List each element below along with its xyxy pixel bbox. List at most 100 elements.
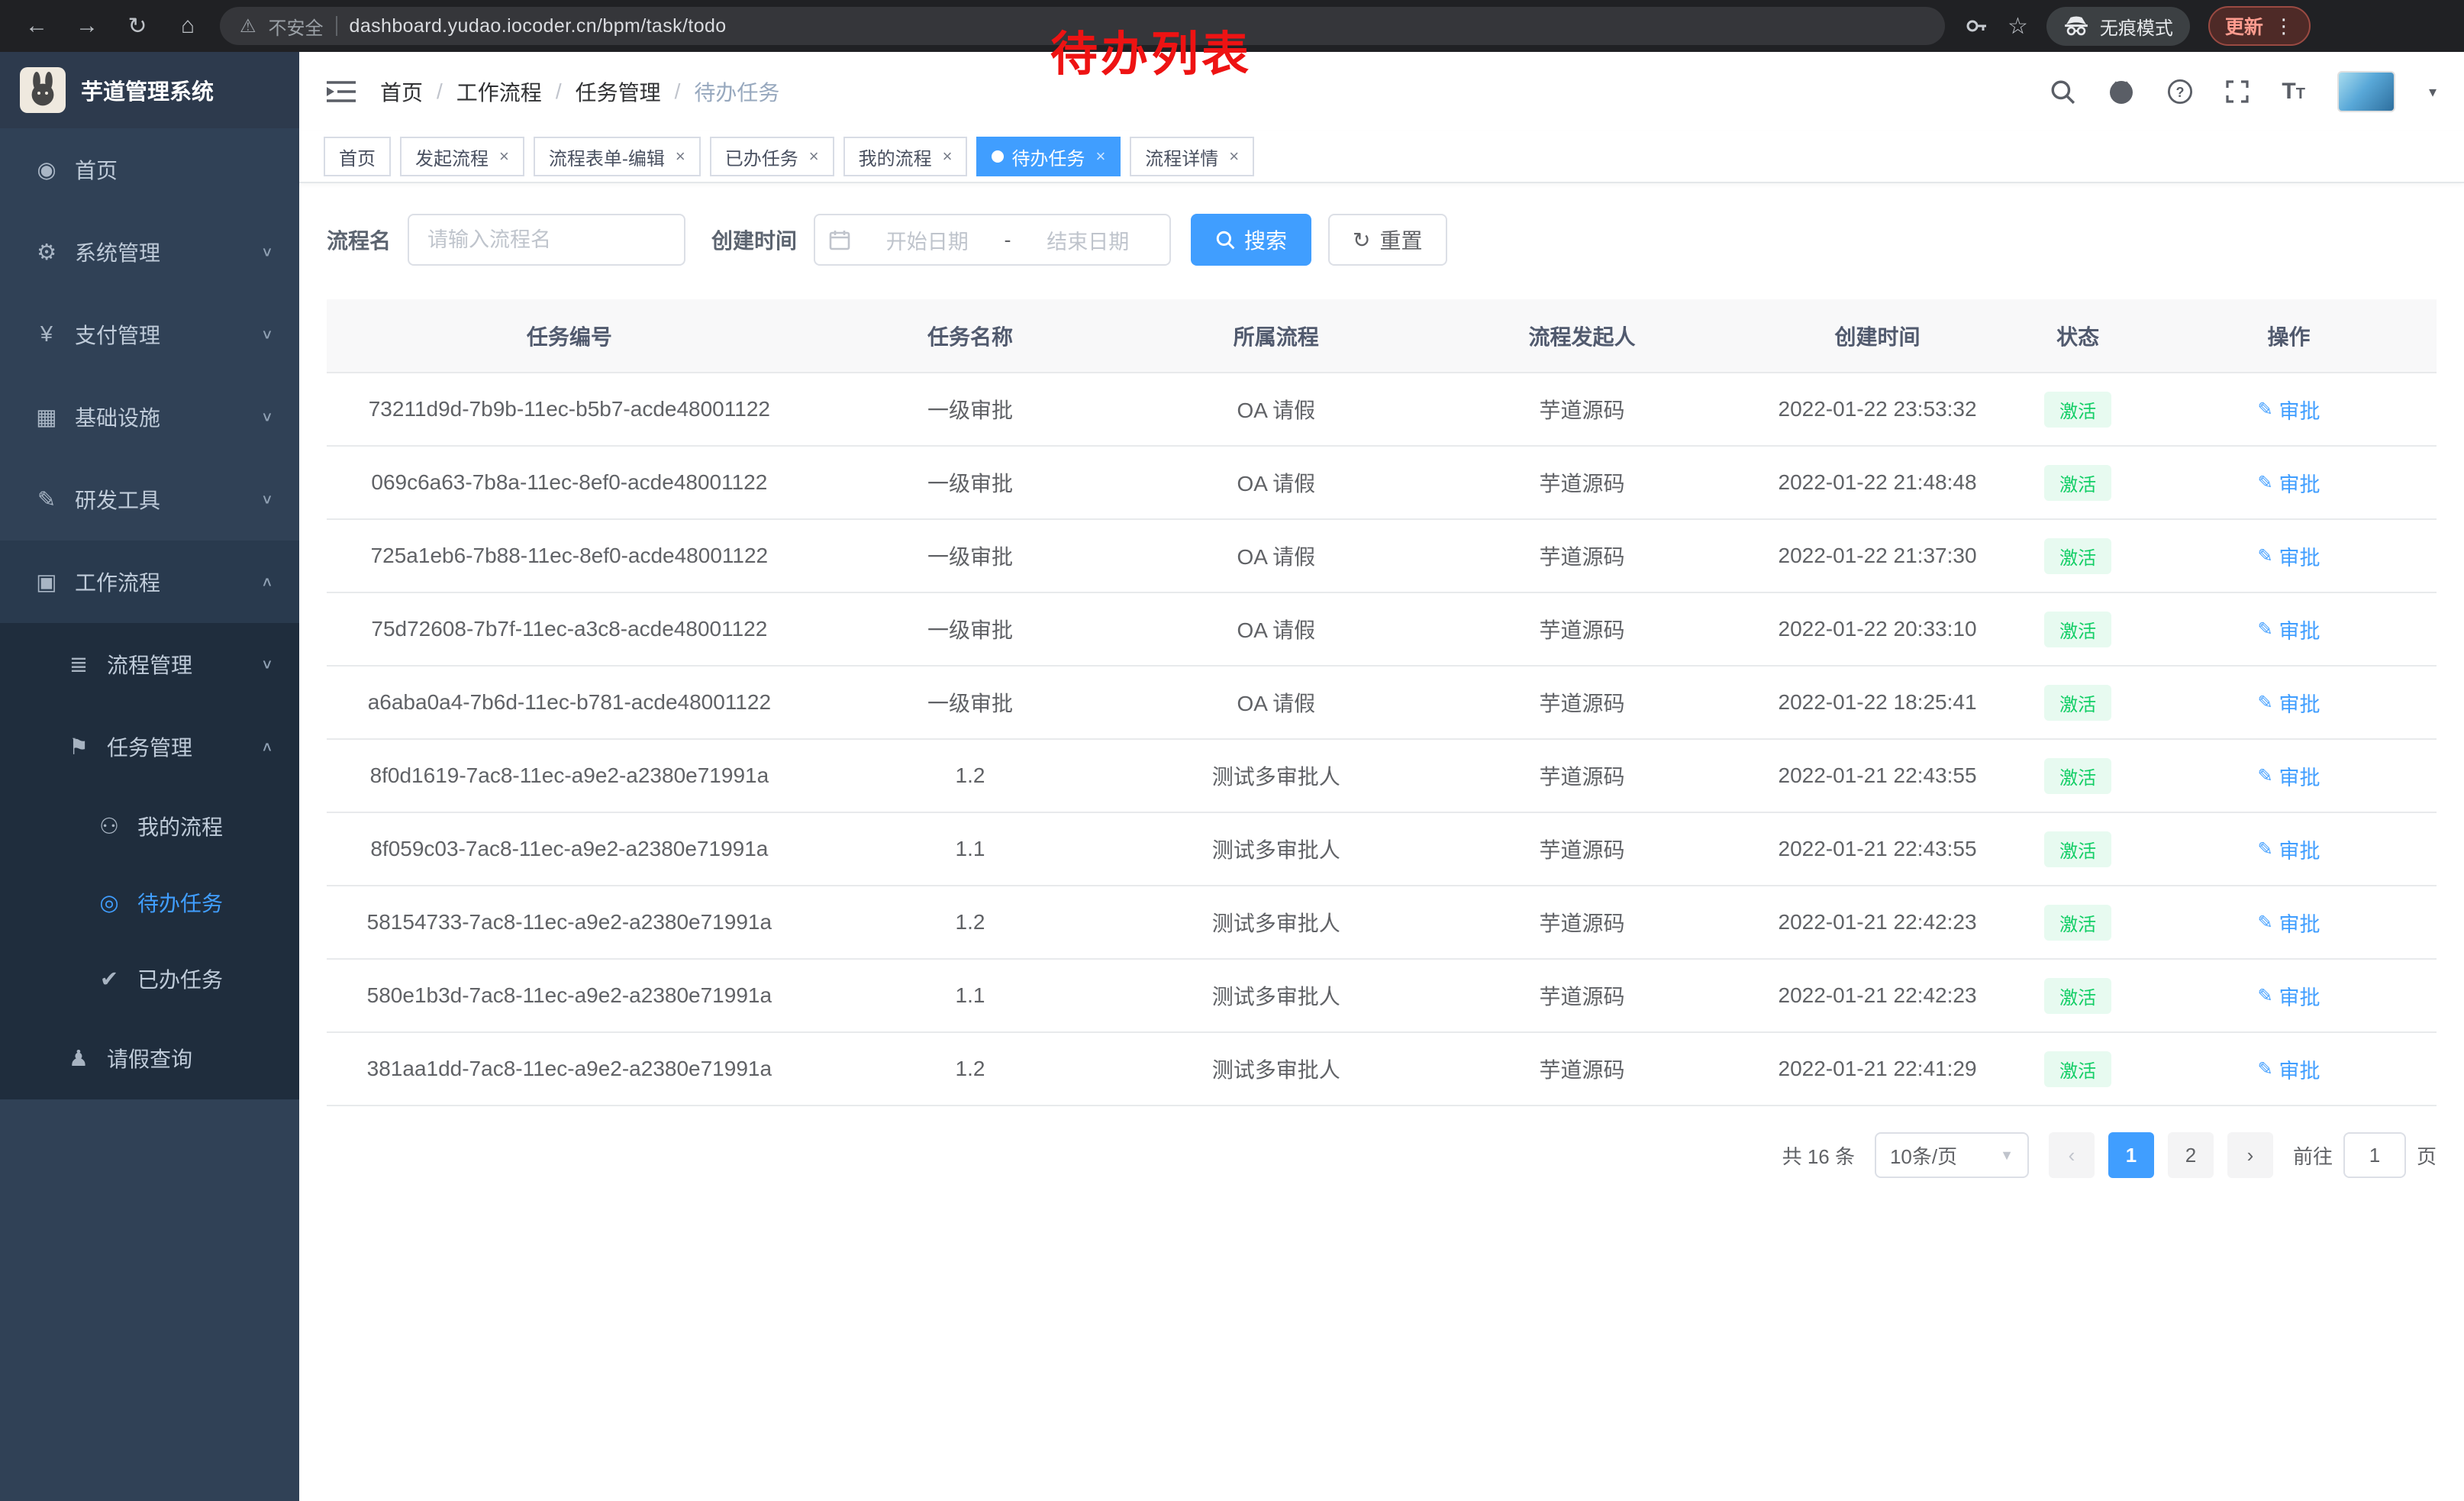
approve-link[interactable]: ✎ 审批	[2257, 981, 2320, 1011]
process-name-input[interactable]	[408, 214, 685, 266]
approve-link[interactable]: ✎ 审批	[2257, 908, 2320, 938]
approve-link[interactable]: ✎ 审批	[2257, 468, 2320, 498]
cell-task-id: 75d72608-7b7f-11ec-a3c8-acde48001122	[327, 592, 812, 666]
key-icon[interactable]	[1965, 14, 1989, 38]
goto-page-input[interactable]	[2343, 1132, 2406, 1178]
cell-create-time: 2022-01-22 18:25:41	[1740, 666, 2014, 739]
next-page-button[interactable]: ›	[2227, 1132, 2273, 1178]
search-icon[interactable]	[2050, 79, 2075, 105]
total-count: 共 16 条	[1782, 1141, 1855, 1170]
goto-page: 前往 页	[2293, 1132, 2437, 1178]
cell-create-time: 2022-01-22 21:37:30	[1740, 519, 2014, 592]
search-button[interactable]: 搜索	[1191, 214, 1311, 266]
reset-button[interactable]: ↻ 重置	[1328, 214, 1446, 266]
breadcrumb-item[interactable]: 工作流程 /	[456, 76, 576, 107]
reload-icon[interactable]: ↻	[119, 8, 156, 44]
sidebar-item-todo-tasks[interactable]: ◎ 待办任务	[0, 864, 299, 941]
cell-task-name: 1.1	[812, 959, 1129, 1032]
sidebar-item-home[interactable]: ◉ 首页	[0, 128, 299, 211]
breadcrumb-separator: /	[437, 79, 443, 104]
infrastructure-icon: ▦	[32, 404, 61, 431]
approve-label: 审批	[2279, 541, 2320, 571]
search-button-icon	[1215, 230, 1235, 250]
cell-create-time: 2022-01-21 22:42:23	[1740, 886, 2014, 959]
cell-initiator: 芋道源码	[1424, 373, 1740, 446]
back-icon[interactable]: ←	[18, 8, 55, 44]
status-badge: 激活	[2044, 978, 2111, 1014]
approve-link[interactable]: ✎ 审批	[2257, 395, 2320, 424]
workflow-icon: ▣	[32, 569, 61, 596]
incognito-badge[interactable]: 无痕模式	[2046, 7, 2190, 46]
column-header: 任务名称	[812, 299, 1129, 373]
sidebar-item-workflow[interactable]: ▣ 工作流程 ∧	[0, 541, 299, 623]
approve-link[interactable]: ✎ 审批	[2257, 541, 2320, 571]
close-icon[interactable]: ×	[809, 147, 819, 166]
cell-task-name: 1.2	[812, 1032, 1129, 1106]
page-size-select[interactable]: 10条/页 ▼	[1875, 1132, 2029, 1178]
avatar-caret-icon[interactable]: ▾	[2429, 82, 2437, 102]
cell-actions: ✎ 审批	[2141, 886, 2437, 959]
tab-home[interactable]: 首页	[324, 137, 391, 176]
sidebar-item-label: 请假查询	[107, 1043, 192, 1073]
breadcrumb-item[interactable]: 任务管理 /	[576, 76, 695, 107]
fullscreen-icon[interactable]	[2225, 79, 2250, 104]
close-icon[interactable]: ×	[1095, 147, 1105, 166]
sidebar-item-leave-query[interactable]: ♟ 请假查询	[0, 1017, 299, 1099]
approve-label: 审批	[2279, 981, 2320, 1011]
browser-menu-icon[interactable]: ⋮	[2274, 15, 2294, 38]
sidebar-item-system-mgmt[interactable]: ⚙ 系统管理 ∨	[0, 211, 299, 293]
tab-todo-tasks[interactable]: 待办任务 ×	[976, 137, 1121, 176]
github-icon[interactable]	[2108, 78, 2135, 105]
sidebar-item-done-tasks[interactable]: ✔ 已办任务	[0, 941, 299, 1017]
close-icon[interactable]: ×	[499, 147, 509, 166]
font-size-icon[interactable]: TT	[2282, 79, 2305, 105]
sidebar-item-process-mgmt[interactable]: ≣ 流程管理 ∨	[0, 623, 299, 705]
cell-initiator: 芋道源码	[1424, 446, 1740, 519]
page-number-button[interactable]: 2	[2168, 1132, 2214, 1178]
tab-start-process[interactable]: 发起流程 ×	[400, 137, 524, 176]
sidebar-collapse-icon[interactable]	[327, 80, 356, 103]
bookmark-star-icon[interactable]: ☆	[2008, 13, 2028, 40]
people-icon: ⚇	[95, 813, 124, 840]
page-number-button[interactable]: 1	[2108, 1132, 2154, 1178]
tab-form-edit[interactable]: 流程表单-编辑 ×	[534, 137, 701, 176]
edit-icon: ✎	[2257, 692, 2272, 714]
close-icon[interactable]: ×	[943, 147, 953, 166]
tab-process-detail[interactable]: 流程详情 ×	[1130, 137, 1254, 176]
chevron-icon: ∨	[261, 244, 273, 260]
sidebar-item-task-mgmt[interactable]: ⚑ 任务管理 ∧	[0, 705, 299, 788]
header-actions: ? TT ▾	[2050, 71, 2437, 112]
cell-status: 激活	[2014, 1032, 2141, 1106]
home-icon[interactable]: ⌂	[169, 8, 206, 44]
tab-done-tasks[interactable]: 已办任务 ×	[710, 137, 834, 176]
date-range-picker[interactable]: 开始日期 - 结束日期	[814, 214, 1171, 266]
gear-icon: ⚙	[32, 239, 61, 266]
refresh-icon: ↻	[1353, 228, 1370, 253]
breadcrumb-item[interactable]: 待办任务	[694, 76, 779, 107]
prev-page-button[interactable]: ‹	[2049, 1132, 2095, 1178]
tab-my-process[interactable]: 我的流程 ×	[843, 137, 968, 176]
breadcrumb-item[interactable]: 首页 /	[380, 76, 456, 107]
close-icon[interactable]: ×	[676, 147, 685, 166]
approve-link[interactable]: ✎ 审批	[2257, 615, 2320, 644]
reset-button-label: 重置	[1380, 224, 1423, 255]
sidebar-item-label: 任务管理	[107, 731, 192, 762]
approve-link[interactable]: ✎ 审批	[2257, 761, 2320, 791]
cell-process: OA 请假	[1128, 519, 1424, 592]
breadcrumb-label: 待办任务	[694, 76, 779, 107]
user-avatar[interactable]	[2337, 71, 2395, 112]
approve-link[interactable]: ✎ 审批	[2257, 1054, 2320, 1084]
approve-link[interactable]: ✎ 审批	[2257, 688, 2320, 718]
sidebar-item-infrastructure[interactable]: ▦ 基础设施 ∨	[0, 376, 299, 458]
sidebar-item-payment-mgmt[interactable]: ¥ 支付管理 ∨	[0, 293, 299, 376]
goto-label: 前往	[2293, 1141, 2333, 1170]
update-button[interactable]: 更新 ⋮	[2208, 6, 2311, 46]
approve-link[interactable]: ✎ 审批	[2257, 834, 2320, 864]
forward-icon[interactable]: →	[69, 8, 105, 44]
help-icon[interactable]: ?	[2167, 79, 2193, 105]
cell-actions: ✎ 审批	[2141, 739, 2437, 812]
sidebar-item-dev-tools[interactable]: ✎ 研发工具 ∨	[0, 458, 299, 541]
breadcrumb-separator: /	[556, 79, 562, 104]
close-icon[interactable]: ×	[1229, 147, 1239, 166]
sidebar-item-my-process[interactable]: ⚇ 我的流程	[0, 788, 299, 864]
